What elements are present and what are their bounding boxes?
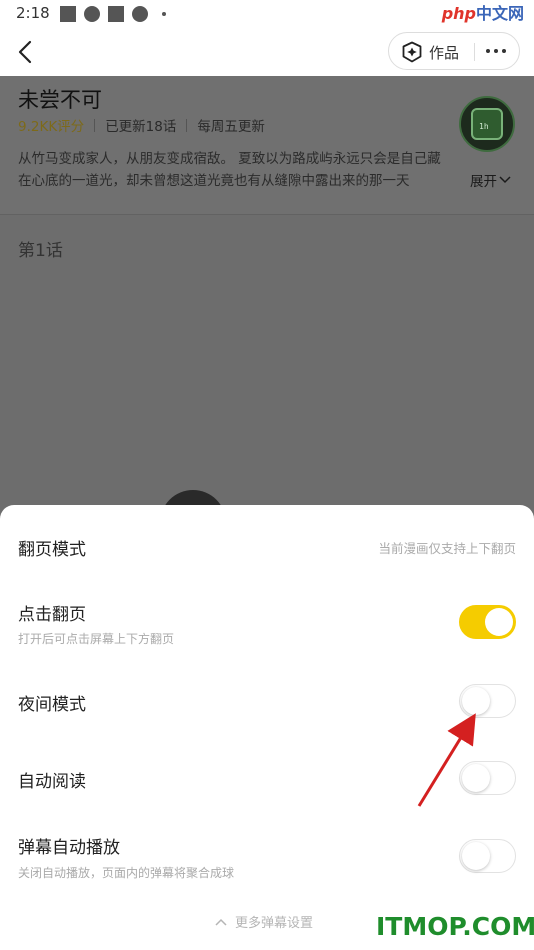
pill-divider bbox=[474, 43, 475, 61]
auto-read-toggle[interactable] bbox=[459, 761, 516, 795]
meta-divider bbox=[94, 118, 96, 132]
description-line: 从竹马变成家人，从朋友变成宿敌。 夏致以为路成屿永远只会是自己藏 bbox=[18, 151, 441, 167]
back-button[interactable] bbox=[14, 38, 40, 66]
update-schedule: 每周五更新 bbox=[197, 119, 265, 135]
tap-page-label: 点击翻页 bbox=[18, 605, 86, 625]
works-label: 作品 bbox=[429, 43, 460, 62]
night-mode-toggle[interactable] bbox=[459, 684, 516, 718]
avatar-badge: 1h bbox=[471, 108, 503, 140]
header-actions-pill: 作品 bbox=[388, 32, 520, 70]
status-time: 2:18 bbox=[16, 4, 50, 22]
pinwheel-icon bbox=[132, 6, 148, 22]
danmu-autoplay-toggle[interactable] bbox=[459, 839, 516, 873]
toggle-knob bbox=[462, 842, 490, 870]
toggle-knob bbox=[462, 687, 490, 715]
watermark-php-logo: php中文网 bbox=[441, 4, 524, 23]
comic-title: 未尝不可 bbox=[18, 88, 102, 112]
rating-text: 9.2KK评分 bbox=[18, 119, 85, 135]
more-dots-icon[interactable] bbox=[479, 42, 513, 60]
more-danmu-settings[interactable]: 更多弹幕设置 bbox=[215, 912, 313, 931]
page-mode-note: 当前漫画仅支持上下翻页 bbox=[378, 541, 516, 556]
expand-label: 展开 bbox=[470, 174, 497, 190]
tap-page-description: 打开后可点击屏幕上下方翻页 bbox=[18, 632, 175, 646]
comic-meta: 9.2KK评分 已更新18话 每周五更新 bbox=[18, 115, 265, 135]
status-bar: 2:18 php中文网 bbox=[0, 0, 534, 28]
pinwheel-icon bbox=[84, 6, 100, 22]
auto-read-label: 自动阅读 bbox=[18, 772, 86, 792]
updated-count: 已更新18话 bbox=[105, 119, 177, 135]
chevron-left-icon bbox=[18, 40, 32, 64]
top-bar: 作品 bbox=[0, 28, 534, 76]
danmu-autoplay-label: 弹幕自动播放 bbox=[18, 838, 120, 858]
comic-description: 从竹马变成家人，从朋友变成宿敌。 夏致以为路成屿永远只会是自己藏 在心底的一道光… bbox=[18, 148, 518, 192]
page-mode-label: 翻页模式 bbox=[18, 540, 86, 560]
watermark-itmop: ITMOP.COM bbox=[376, 912, 534, 941]
diamond-badge-icon bbox=[402, 41, 422, 63]
reader-settings-sheet bbox=[0, 505, 534, 950]
night-mode-label: 夜间模式 bbox=[18, 695, 86, 715]
tap-page-toggle[interactable] bbox=[459, 605, 516, 639]
description-line: 在心底的一道光，却未曾想这道光竟也有从缝隙中露出来的那一天 bbox=[18, 173, 410, 189]
chevron-down-icon bbox=[499, 176, 511, 184]
dot-icon bbox=[162, 12, 166, 16]
square-icon bbox=[108, 6, 124, 22]
expand-button[interactable]: 展开 bbox=[470, 170, 511, 190]
square-icon bbox=[60, 6, 76, 22]
works-button[interactable]: 作品 bbox=[401, 40, 459, 64]
section-divider bbox=[0, 214, 534, 215]
toggle-knob bbox=[485, 608, 513, 636]
danmu-autoplay-description: 关闭自动播放，页面内的弹幕将聚合成球 bbox=[18, 866, 235, 880]
more-danmu-label: 更多弹幕设置 bbox=[235, 916, 314, 931]
toggle-knob bbox=[462, 764, 490, 792]
author-avatar[interactable]: 1h bbox=[459, 96, 515, 152]
chevron-up-icon bbox=[215, 918, 227, 926]
episode-title: 第1话 bbox=[18, 241, 63, 261]
meta-divider bbox=[186, 118, 188, 132]
